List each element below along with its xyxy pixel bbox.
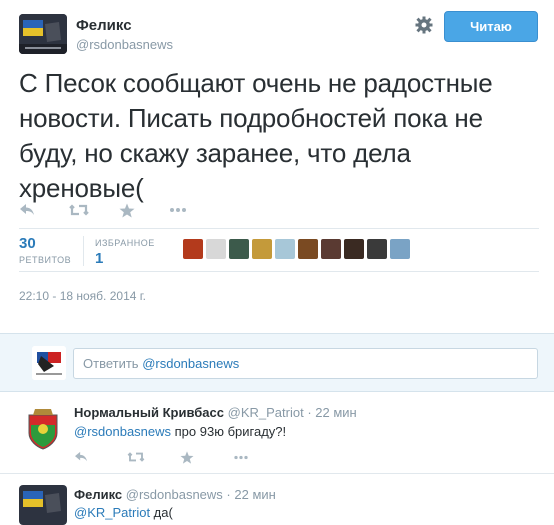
reply-header: Феликс @rsdonbasnews · 22 мин: [74, 487, 276, 502]
reply-mention: @rsdonbasnews: [142, 356, 240, 371]
favoriters-list: [183, 239, 410, 259]
divider: [83, 236, 84, 266]
favoriter-avatar[interactable]: [321, 239, 341, 259]
favoriter-avatar[interactable]: [367, 239, 387, 259]
gear-icon[interactable]: [414, 15, 434, 35]
retweet-icon[interactable]: [127, 449, 180, 465]
reply-input[interactable]: Ответить @rsdonbasnews: [73, 348, 538, 379]
reply-body: про 93ю бригаду?!: [171, 424, 287, 439]
reply-tweet[interactable]: Феликс @rsdonbasnews · 22 мин @KR_Patrio…: [0, 474, 554, 525]
favoriter-avatar[interactable]: [229, 239, 249, 259]
favoriter-avatar[interactable]: [206, 239, 226, 259]
favoriter-avatar[interactable]: [252, 239, 272, 259]
favoriter-avatar[interactable]: [275, 239, 295, 259]
author-avatar[interactable]: [19, 14, 67, 54]
divider: [19, 228, 539, 229]
reply-tweet[interactable]: Нормальный Кривбасс @KR_Patriot · 22 мин…: [0, 392, 554, 474]
separator-dot: ·: [307, 405, 312, 420]
reply-author-avatar[interactable]: [19, 403, 67, 451]
retweet-label[interactable]: РЕТВИТОВ: [19, 255, 71, 265]
favoriter-avatar[interactable]: [183, 239, 203, 259]
reply-mention[interactable]: @rsdonbasnews: [74, 424, 171, 439]
following-button[interactable]: Читаю: [444, 11, 538, 42]
favorite-icon[interactable]: [180, 449, 233, 465]
reply-icon[interactable]: [19, 200, 69, 220]
reply-text: @KR_Patriot да(: [74, 505, 173, 520]
reply-time[interactable]: 22 мин: [234, 487, 275, 502]
reply-author-name[interactable]: Феликс: [74, 487, 122, 502]
retweet-count[interactable]: 30: [19, 235, 36, 252]
separator-dot: ·: [226, 487, 231, 502]
favoriter-avatar[interactable]: [298, 239, 318, 259]
divider: [19, 271, 539, 272]
tweet-timestamp[interactable]: 22:10 - 18 нояб. 2014 г.: [19, 289, 146, 303]
reply-text: @rsdonbasnews про 93ю бригаду?!: [74, 424, 286, 439]
author-name[interactable]: Феликс: [76, 17, 132, 34]
reply-bar: Ответить @rsdonbasnews: [0, 333, 554, 392]
favoriter-avatar[interactable]: [344, 239, 364, 259]
reply-mention[interactable]: @KR_Patriot: [74, 505, 150, 520]
reply-author-handle[interactable]: @KR_Patriot: [228, 405, 304, 420]
tweet-text: С Песок сообщают очень не радостные ново…: [19, 68, 493, 203]
author-handle[interactable]: @rsdonbasnews: [76, 37, 173, 52]
more-icon[interactable]: [233, 449, 286, 465]
retweet-icon[interactable]: [69, 200, 119, 220]
reply-prefix: Ответить: [83, 356, 143, 371]
main-tweet: Феликс @rsdonbasnews Читаю С Песок сообщ…: [0, 0, 554, 333]
favorite-icon[interactable]: [119, 200, 169, 220]
reply-author-avatar[interactable]: [19, 485, 67, 525]
reply-author-handle[interactable]: @rsdonbasnews: [126, 487, 223, 502]
reply-actions: [74, 449, 286, 465]
reply-body: да(: [150, 505, 173, 520]
more-icon[interactable]: [169, 200, 219, 220]
favorite-label[interactable]: ИЗБРАННОЕ: [95, 238, 155, 248]
reply-time[interactable]: 22 мин: [315, 405, 356, 420]
reply-icon[interactable]: [74, 449, 127, 465]
tweet-actions: [19, 200, 219, 220]
favoriter-avatar[interactable]: [390, 239, 410, 259]
favorite-count[interactable]: 1: [95, 250, 103, 267]
reply-author-name[interactable]: Нормальный Кривбасс: [74, 405, 224, 420]
reply-header: Нормальный Кривбасс @KR_Patriot · 22 мин: [74, 405, 357, 420]
current-user-avatar: [32, 346, 66, 380]
